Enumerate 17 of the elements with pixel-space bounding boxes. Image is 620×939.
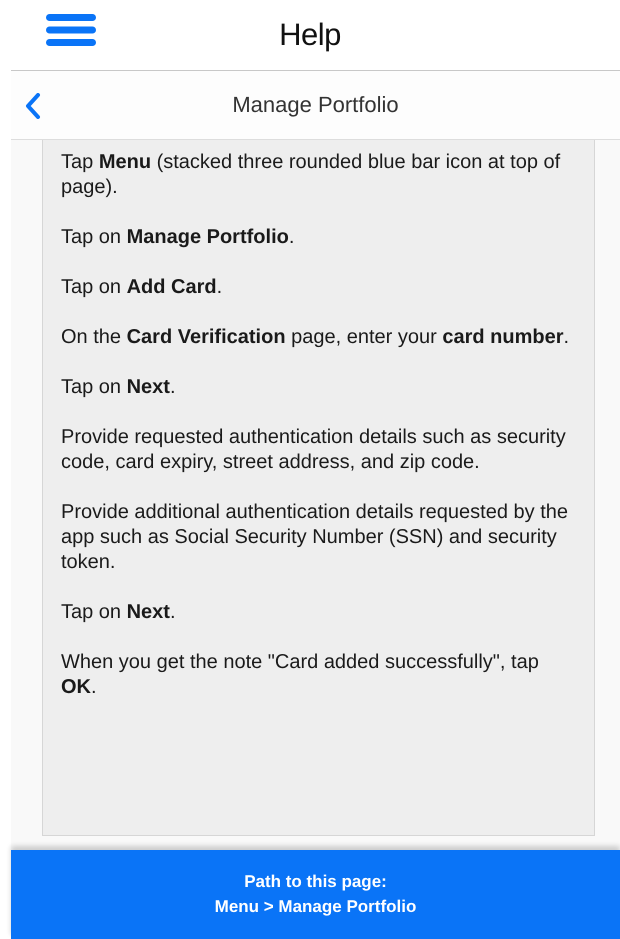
instruction-step: Provide additional authentication details requested by the app such as Social Security Number (SSN) and security token. (61, 500, 576, 575)
page-title: Help (279, 17, 341, 53)
instruction-step: Provide requested authentication details such as security code, card expiry, street address, and zip code. (61, 425, 576, 475)
path-text: Menu > Manage Portfolio (214, 896, 416, 918)
instruction-step: Tap on Add Card. (61, 275, 576, 300)
back-button[interactable] (23, 93, 43, 119)
menu-button[interactable] (46, 14, 96, 46)
back-icon (23, 93, 43, 119)
menu-icon (46, 14, 96, 46)
instruction-step: Tap on Manage Portfolio. (61, 225, 576, 250)
instruction-step: Tap Menu (stacked three rounded blue bar icon at top of page). (61, 150, 576, 200)
instruction-step: Tap on Next. (61, 600, 576, 625)
section-title: Manage Portfolio (232, 92, 399, 118)
path-label: Path to this page: (244, 871, 387, 893)
instruction-step: When you get the note "Card added successfully", tap OK. (61, 650, 576, 700)
instruction-step: On the Card Verification page, enter your card number. (61, 325, 576, 350)
instruction-step: Tap on Next. (61, 375, 576, 400)
